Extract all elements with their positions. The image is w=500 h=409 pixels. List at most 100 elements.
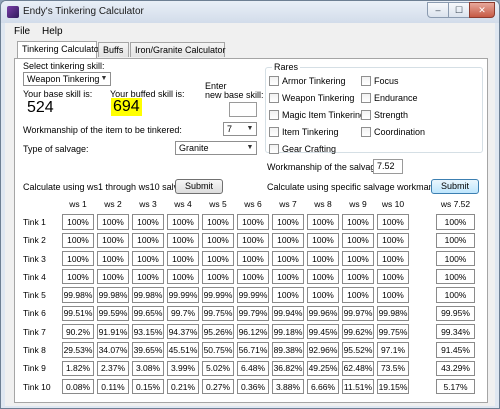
rare-strength-checkbox[interactable] bbox=[361, 110, 371, 120]
tab-tinkering-calculator[interactable]: Tinkering Calculator bbox=[17, 41, 102, 58]
chance-cell: 100% bbox=[62, 269, 94, 285]
close-button[interactable]: ✕ bbox=[469, 2, 495, 18]
chance-cell: 100% bbox=[167, 269, 199, 285]
table-row: Tink 5 99.98% 99.98% 99.98% 99.99% 99.99% 99.9… bbox=[21, 287, 409, 303]
row-label: Tink 7 bbox=[23, 326, 46, 337]
chance-cell: 100% bbox=[167, 232, 199, 248]
specific-cell: 91.45% bbox=[436, 342, 475, 358]
table-row: Tink 10 0.08% 0.11% 0.15% 0.21% 0.27% 0.36% 3.8… bbox=[21, 378, 409, 395]
rare-endurance-checkbox[interactable] bbox=[361, 93, 371, 103]
chance-cell: 100% bbox=[307, 269, 339, 285]
rare-coordination-label: Coordination bbox=[374, 127, 426, 137]
submit-specific-button[interactable]: Submit bbox=[431, 179, 479, 194]
grid-header-ws3: ws 3 bbox=[139, 198, 157, 209]
grid-header-row: ws 1 ws 2 ws 3 ws 4 ws 5 ws 6 ws 7 ws 8 … bbox=[21, 196, 409, 211]
new-base-skill-input[interactable] bbox=[229, 102, 257, 117]
client-area: File Help Tinkering Calculator Buffs Iro… bbox=[5, 23, 495, 406]
table-row: 99.34% bbox=[436, 324, 475, 340]
table-row: 43.29% bbox=[436, 360, 475, 376]
salvage-workmanship-input[interactable]: 7.52 bbox=[373, 159, 403, 174]
specific-cell: 100% bbox=[436, 287, 475, 303]
workmanship-select[interactable]: 7 ▼ bbox=[223, 122, 257, 136]
rare-magic-checkbox[interactable] bbox=[269, 110, 279, 120]
specific-cell: 5.17% bbox=[436, 378, 475, 395]
minimize-button[interactable]: – bbox=[427, 2, 449, 18]
skill-select-value: Weapon Tinkering bbox=[27, 74, 100, 84]
chance-cell: 100% bbox=[377, 287, 409, 303]
chance-cell: 100% bbox=[167, 250, 199, 267]
salvage-type-select[interactable]: Granite ▼ bbox=[175, 141, 257, 155]
rare-gear-checkbox[interactable] bbox=[269, 144, 279, 154]
chance-cell: 100% bbox=[237, 250, 269, 267]
specific-cell: 100% bbox=[436, 214, 475, 230]
chance-cell: 3.88% bbox=[272, 378, 304, 395]
chance-cell: 100% bbox=[342, 250, 374, 267]
menu-help[interactable]: Help bbox=[42, 26, 63, 37]
rare-weapon-checkbox[interactable] bbox=[269, 93, 279, 103]
chance-cell: 6.66% bbox=[307, 378, 339, 395]
chance-cell: 100% bbox=[202, 269, 234, 285]
maximize-button[interactable]: ☐ bbox=[448, 2, 470, 18]
chance-cell: 29.53% bbox=[62, 342, 94, 358]
chance-cell: 100% bbox=[62, 214, 94, 230]
row-label: Tink 4 bbox=[23, 271, 46, 282]
rare-endurance-label: Endurance bbox=[374, 93, 418, 103]
skill-select[interactable]: Weapon Tinkering ▼ bbox=[23, 72, 111, 86]
rare-focus-checkbox[interactable] bbox=[361, 76, 371, 86]
submit-ws-button[interactable]: Submit bbox=[175, 179, 223, 194]
rare-gear-label: Gear Crafting bbox=[282, 144, 337, 154]
chance-cell: 100% bbox=[237, 214, 269, 230]
chevron-down-icon: ▼ bbox=[246, 144, 254, 151]
rare-magic-label: Magic Item Tinkering bbox=[282, 110, 366, 120]
title-bar[interactable]: Endy's Tinkering Calculator – ☐ ✕ bbox=[1, 1, 499, 23]
chance-cell: 56.71% bbox=[237, 342, 269, 358]
enter-new-label-2: new base skill: bbox=[205, 90, 264, 100]
chance-cell: 100% bbox=[202, 214, 234, 230]
table-row: Tink 6 99.51% 99.59% 99.65% 99.7% 99.75% 99.79… bbox=[21, 305, 409, 322]
table-row: Tink 7 90.2% 91.91% 93.15% 94.37% 95.26% 96.12… bbox=[21, 324, 409, 340]
table-row: Tink 3 100% 100% 100% 100% 100% 100% 100% 100% 10… bbox=[21, 250, 409, 267]
rare-coordination-checkbox[interactable] bbox=[361, 127, 371, 137]
chance-cell: 99.98% bbox=[377, 305, 409, 322]
row-label: Tink 2 bbox=[23, 235, 46, 246]
grid-body: Tink 1 100% 100% 100% 100% 100% 100% 100% 100% 10… bbox=[21, 214, 409, 395]
chance-cell: 45.51% bbox=[167, 342, 199, 358]
workmanship-select-value: 7 bbox=[227, 124, 233, 134]
chance-cell: 99.98% bbox=[62, 287, 94, 303]
chance-cell: 100% bbox=[202, 250, 234, 267]
specific-cell: 100% bbox=[436, 232, 475, 248]
buffed-skill-value: 694 bbox=[111, 98, 142, 116]
chance-cell: 100% bbox=[377, 269, 409, 285]
chance-cell: 92.96% bbox=[307, 342, 339, 358]
chance-cell: 99.51% bbox=[62, 305, 94, 322]
app-icon bbox=[7, 6, 19, 18]
chance-cell: 0.21% bbox=[167, 378, 199, 395]
row-label: Tink 3 bbox=[23, 253, 46, 264]
chance-cell: 99.97% bbox=[342, 305, 374, 322]
chance-cell: 95.52% bbox=[342, 342, 374, 358]
menu-file[interactable]: File bbox=[14, 26, 30, 37]
chance-cell: 99.75% bbox=[202, 305, 234, 322]
chance-cell: 90.2% bbox=[62, 324, 94, 340]
rare-item-checkbox[interactable] bbox=[269, 127, 279, 137]
rare-strength-label: Strength bbox=[374, 110, 409, 120]
grid-header-ws9: ws 9 bbox=[349, 198, 367, 209]
chance-cell: 100% bbox=[132, 214, 164, 230]
chance-cell: 94.37% bbox=[167, 324, 199, 340]
tab-iron-granite[interactable]: Iron/Granite Calculator bbox=[130, 42, 226, 57]
chance-cell: 93.15% bbox=[132, 324, 164, 340]
chance-cell: 100% bbox=[132, 250, 164, 267]
rare-armor-checkbox[interactable] bbox=[269, 76, 279, 86]
chance-cell: 100% bbox=[307, 287, 339, 303]
chance-cell: 3.99% bbox=[167, 360, 199, 376]
chance-cell: 99.7% bbox=[167, 305, 199, 322]
chance-cell: 100% bbox=[377, 250, 409, 267]
tab-buffs[interactable]: Buffs bbox=[98, 42, 129, 57]
chance-cell: 100% bbox=[307, 250, 339, 267]
chance-cell: 0.08% bbox=[62, 378, 94, 395]
chance-cell: 100% bbox=[342, 269, 374, 285]
grid-header-ws1: ws 1 bbox=[69, 198, 87, 209]
rare-item-label: Item Tinkering bbox=[282, 127, 339, 137]
chance-cell: 99.99% bbox=[237, 287, 269, 303]
table-row: Tink 4 100% 100% 100% 100% 100% 100% 100% 100% 10… bbox=[21, 269, 409, 285]
